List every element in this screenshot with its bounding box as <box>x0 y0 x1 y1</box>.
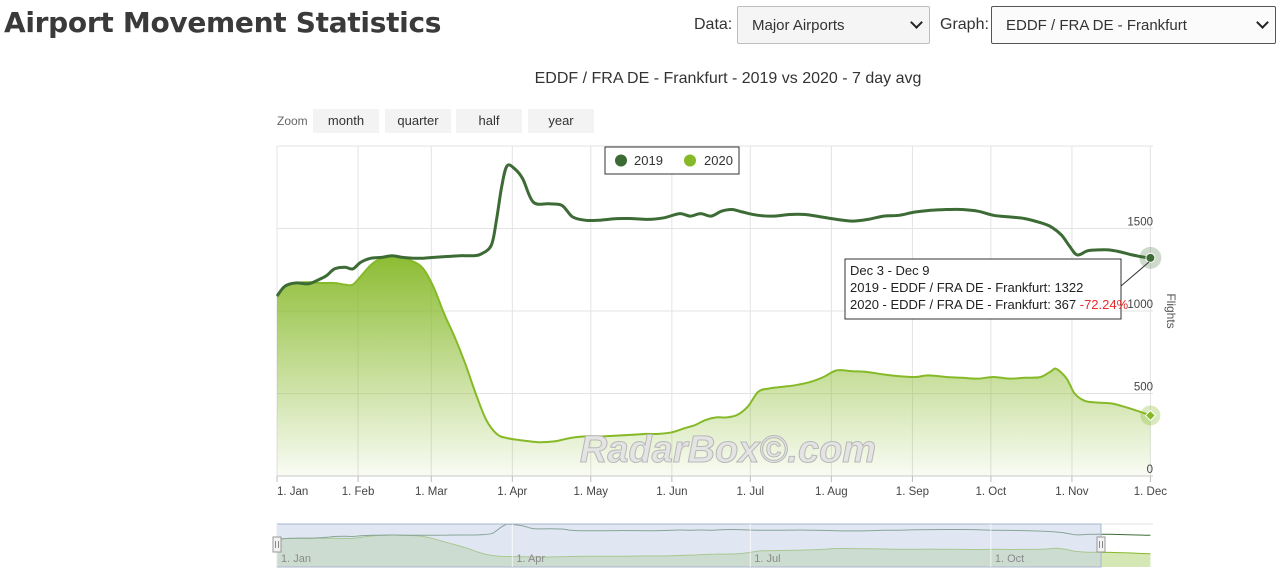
chart[interactable]: RadarBox©.com 1. Jan 1. Feb 1. Mar 1. Apr 1.… <box>0 0 1280 585</box>
x-tick-label: 1. Jul <box>737 486 765 498</box>
navigator[interactable]: 1. Jan 1. Apr 1. Jul 1. Oct <box>272 523 1153 568</box>
legend: 2019 2020 <box>604 146 740 175</box>
x-tick-label: 1. Oct <box>976 486 1007 498</box>
x-tick-label: 1. May <box>574 486 609 498</box>
tooltip-line-2020: 2020 - EDDF / FRA DE - Frankfurt: 367 -7… <box>850 297 1129 312</box>
x-tick-label: 1. Feb <box>342 486 375 498</box>
x-tick-label: 1. Jan <box>277 486 308 498</box>
y-tick-label: 1000 <box>1127 299 1153 311</box>
navigator-handle-left[interactable] <box>272 536 282 553</box>
navigator-label: 1. Apr <box>516 553 545 565</box>
tooltip-title: Dec 3 - Dec 9 <box>850 263 929 278</box>
tooltip-line-2020-text: 2020 - EDDF / FRA DE - Frankfurt: 367 <box>850 297 1080 312</box>
legend-item-2019[interactable]: 2019 <box>615 153 663 168</box>
watermark: RadarBox©.com <box>580 429 876 471</box>
hover-marker-2019 <box>1145 252 1156 263</box>
legend-marker-2020 <box>684 154 696 167</box>
navigator-handle-right[interactable] <box>1096 536 1106 553</box>
y-tick-label: 500 <box>1134 382 1153 394</box>
x-tick-label: 1. Apr <box>497 486 527 498</box>
x-tick-label: 1. Dec <box>1134 486 1167 498</box>
y-tick-label: 0 <box>1147 464 1153 476</box>
navigator-label: 1. Jan <box>281 553 311 565</box>
legend-label-2020: 2020 <box>704 153 733 168</box>
tooltip-change: -72.24% <box>1080 297 1129 312</box>
navigator-label: 1. Oct <box>995 553 1024 565</box>
navigator-label: 1. Jul <box>754 553 780 565</box>
x-tick-label: 1. Mar <box>415 486 448 498</box>
x-tick-label: 1. Nov <box>1055 486 1088 498</box>
x-tick-label: 1. Jun <box>656 486 687 498</box>
tooltip-connector <box>1120 261 1150 287</box>
x-tick-label: 1. Sep <box>896 486 929 498</box>
tooltip-line-2019: 2019 - EDDF / FRA DE - Frankfurt: 1322 <box>850 280 1083 295</box>
legend-item-2020[interactable]: 2020 <box>684 153 733 168</box>
y-axis-label: Flights <box>1164 293 1178 328</box>
navigator-selection <box>276 523 1102 568</box>
legend-marker-2019 <box>615 154 627 167</box>
legend-label-2019: 2019 <box>634 153 663 168</box>
y-tick-label: 1500 <box>1127 217 1153 229</box>
x-tick-label: 1. Aug <box>815 486 848 498</box>
tooltip: Dec 3 - Dec 9 2019 - EDDF / FRA DE - Fra… <box>844 258 1150 320</box>
